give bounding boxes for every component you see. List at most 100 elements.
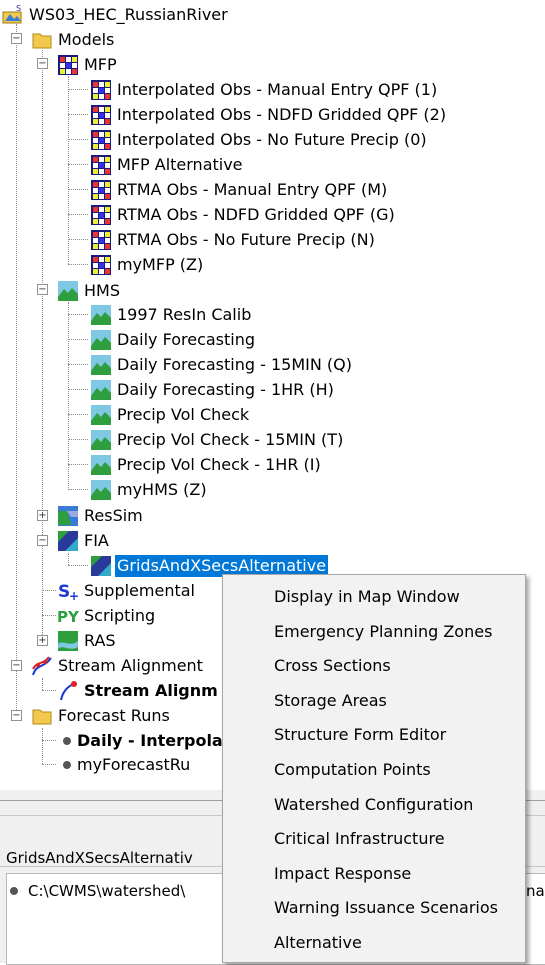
- tree-item-label: Stream Alignment: [58, 655, 203, 675]
- tree-item-forecast-run[interactable]: myForecastRu: [62, 752, 192, 777]
- tree-item-forecast-run[interactable]: Daily - Interpola: [62, 728, 225, 753]
- tree-item-label: Interpolated Obs - No Future Precip (0): [117, 129, 427, 149]
- tree-line: [68, 189, 88, 190]
- tree-item-mfp[interactable]: MFP: [57, 52, 119, 77]
- tree-line: [68, 489, 88, 490]
- tree-item-mfp-alternative[interactable]: Interpolated Obs - Manual Entry QPF (1): [90, 77, 439, 102]
- tree-item-mfp-alternative[interactable]: RTMA Obs - Manual Entry QPF (M): [90, 177, 389, 202]
- tree-item-mfp-alternative[interactable]: Interpolated Obs - No Future Precip (0): [90, 127, 429, 152]
- tree-item-hms-alternative[interactable]: Daily Forecasting: [90, 327, 257, 352]
- tree-item-hms-alternative[interactable]: Precip Vol Check - 15MIN (T): [90, 427, 345, 452]
- fia-expander[interactable]: −: [37, 535, 48, 546]
- context-menu-item[interactable]: Cross Sections: [274, 652, 391, 680]
- tree-item-label: Scripting: [84, 605, 156, 625]
- fia-alternative-icon: [90, 555, 112, 577]
- tree-item-label: MFP: [84, 54, 117, 74]
- tree-item-ras[interactable]: RAS: [57, 628, 118, 653]
- tree-item-fia[interactable]: FIA: [57, 528, 111, 553]
- hms-landscape-icon: [90, 404, 112, 426]
- models-expander[interactable]: −: [11, 33, 22, 44]
- context-menu-item[interactable]: Alternative: [274, 929, 362, 957]
- tree-line: [68, 239, 88, 240]
- tree-line: [68, 314, 88, 315]
- ressim-expander[interactable]: +: [37, 510, 48, 521]
- context-menu-item[interactable]: Storage Areas: [274, 687, 387, 715]
- tree-item-label: Models: [58, 29, 115, 49]
- tree-item-ressim[interactable]: ResSim: [57, 503, 145, 528]
- context-menu-item[interactable]: Structure Form Editor: [274, 721, 446, 749]
- run-dot-icon: [62, 730, 72, 752]
- tree-item-scripting[interactable]: PY Scripting: [57, 603, 157, 628]
- run-dot-icon: [62, 754, 72, 776]
- tree-item-hms-alternative[interactable]: Precip Vol Check: [90, 402, 251, 427]
- context-menu-item[interactable]: Emergency Planning Zones: [274, 618, 492, 646]
- tree-item-mfp-alternative[interactable]: RTMA Obs - NDFD Gridded QPF (G): [90, 202, 397, 227]
- tree-item-mfp-alternative[interactable]: RTMA Obs - No Future Precip (N): [90, 227, 377, 252]
- hms-expander[interactable]: −: [37, 284, 48, 295]
- tree-item-stream-alignment[interactable]: Stream Alignm: [57, 678, 220, 703]
- tree-item-label: Stream Alignm: [84, 680, 218, 700]
- hms-landscape-icon: [90, 454, 112, 476]
- mfp-grid-icon: [57, 54, 79, 76]
- tree-item-mfp-alternative[interactable]: MFP Alternative: [90, 152, 245, 177]
- tree-line: [68, 339, 88, 340]
- tree-line: [68, 302, 69, 490]
- context-menu-item[interactable]: Warning Issuance Scenarios: [274, 894, 498, 922]
- tree-item-label: Interpolated Obs - NDFD Gridded QPF (2): [117, 104, 447, 124]
- tree-item-hms-alternative[interactable]: Precip Vol Check - 1HR (I): [90, 452, 323, 477]
- tree-item-hms-alternative[interactable]: Daily Forecasting - 1HR (H): [90, 377, 336, 402]
- context-menu-item[interactable]: Impact Response: [274, 860, 411, 888]
- tree-line: [68, 364, 88, 365]
- tree-item-hms-alternative[interactable]: myHMS (Z): [90, 477, 209, 502]
- context-menu-item[interactable]: Critical Infrastructure: [274, 825, 445, 853]
- tree-item-supplemental[interactable]: S + Supplemental: [57, 578, 197, 603]
- ras-expander[interactable]: +: [37, 635, 48, 646]
- tree-line: [68, 164, 88, 165]
- tree-line: [68, 214, 88, 215]
- tree-item-label: Forecast Runs: [58, 705, 170, 725]
- bullet-icon: [10, 887, 18, 895]
- forecast-runs-expander[interactable]: −: [11, 710, 22, 721]
- tree-item-label: myHMS (Z): [117, 479, 207, 499]
- tree-item-label: 1997 ResIn Calib: [117, 304, 252, 324]
- tree-item-label: Daily Forecasting - 15MIN (Q): [117, 354, 352, 374]
- tree-line: [42, 590, 56, 591]
- tree-item-models[interactable]: Models: [31, 27, 116, 52]
- tree-line: [42, 740, 56, 741]
- mfp-grid-icon: [90, 154, 112, 176]
- mfp-expander[interactable]: −: [37, 58, 48, 69]
- stream-alignments-expander[interactable]: −: [11, 660, 22, 671]
- tree-line: [68, 553, 69, 565]
- tree-item-mfp-alternative[interactable]: myMFP (Z): [90, 252, 205, 277]
- mfp-grid-icon: [90, 104, 112, 126]
- tree-item-hms-alternative[interactable]: Daily Forecasting - 15MIN (Q): [90, 352, 354, 377]
- tree-item-label: MFP Alternative: [117, 154, 243, 174]
- mfp-grid-icon: [90, 254, 112, 276]
- mfp-grid-icon: [90, 204, 112, 226]
- context-menu: Display in Map Window Emergency Planning …: [222, 574, 526, 963]
- tree-root[interactable]: S WS03_HEC_RussianRiver: [2, 2, 230, 27]
- watershed-icon: S: [2, 4, 24, 26]
- tree-item-forecast-runs[interactable]: Forecast Runs: [31, 703, 172, 728]
- context-menu-item[interactable]: Display in Map Window: [274, 583, 460, 611]
- supplemental-icon: S +: [57, 580, 79, 603]
- details-list-item[interactable]: C:\CWMS\watershed\: [10, 882, 185, 900]
- tree-line: [68, 89, 88, 90]
- hms-landscape-icon: [90, 379, 112, 401]
- svg-text:PY: PY: [57, 608, 79, 626]
- stream-alignment-icon: [31, 655, 53, 677]
- tree-line: [42, 615, 56, 616]
- tree-item-mfp-alternative[interactable]: Interpolated Obs - NDFD Gridded QPF (2): [90, 102, 448, 127]
- tree-item-stream-alignments[interactable]: Stream Alignment: [31, 653, 205, 678]
- hms-landscape-icon: [90, 304, 112, 326]
- context-menu-item[interactable]: Watershed Configuration: [274, 791, 473, 819]
- tree-item-hms-alternative[interactable]: 1997 ResIn Calib: [90, 302, 253, 327]
- svg-text:S: S: [16, 4, 21, 13]
- tree-line: [68, 264, 88, 265]
- mfp-grid-icon: [90, 229, 112, 251]
- tree-line: [42, 690, 56, 691]
- tree-item-hms[interactable]: HMS: [57, 278, 122, 303]
- hms-landscape-icon: [90, 329, 112, 351]
- tree-line: [42, 728, 43, 764]
- context-menu-item[interactable]: Computation Points: [274, 756, 431, 784]
